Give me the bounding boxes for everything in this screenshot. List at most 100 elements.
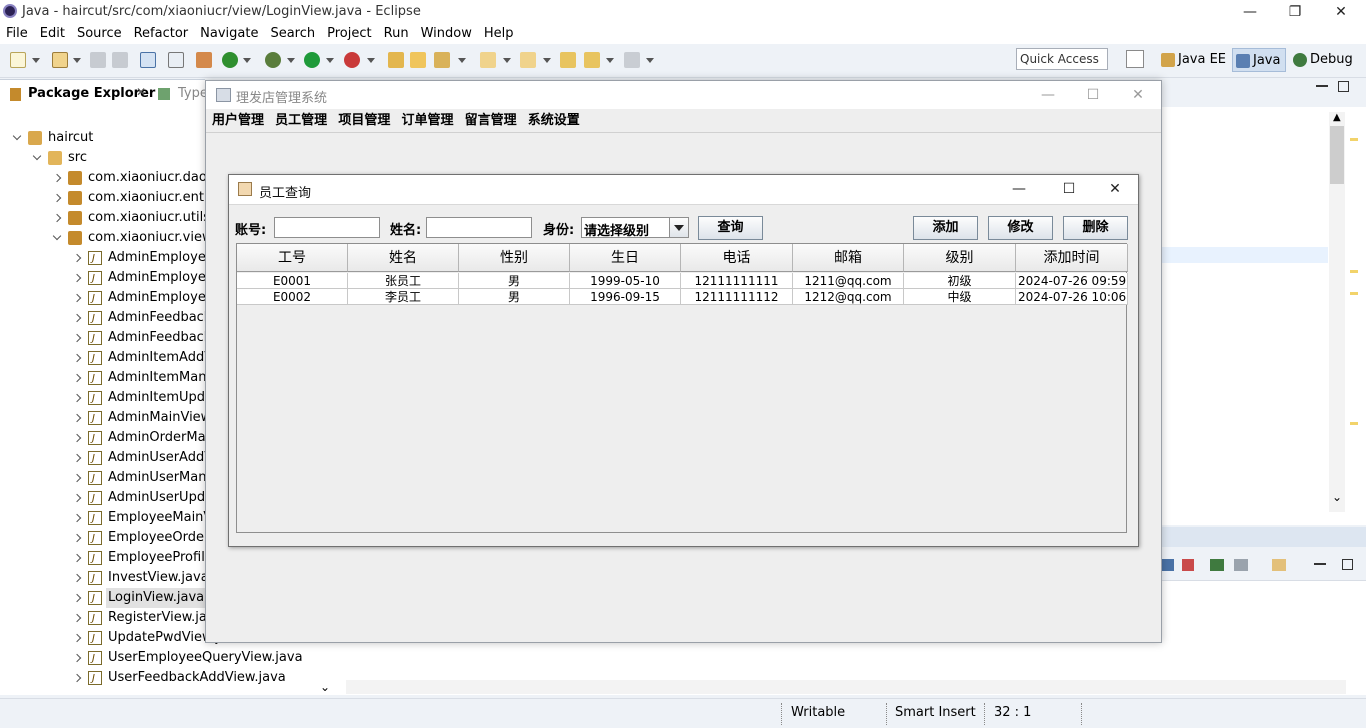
- menu-help[interactable]: Help: [478, 25, 520, 43]
- search-tool-icon[interactable]: [434, 52, 450, 68]
- column-header[interactable]: 姓名: [348, 244, 459, 272]
- column-header[interactable]: 添加时间: [1016, 244, 1128, 272]
- next-annotation-icon[interactable]: [480, 52, 496, 68]
- chevron-right-icon[interactable]: [72, 613, 82, 623]
- editor-vertical-scrollbar[interactable]: ▲ ⌄: [1329, 112, 1345, 512]
- debug-icon[interactable]: [265, 52, 281, 68]
- app-close-button[interactable]: ✕: [1124, 85, 1152, 105]
- chevron-right-icon[interactable]: [72, 333, 82, 343]
- add-button[interactable]: 添加: [913, 216, 978, 240]
- new-icon[interactable]: [10, 52, 26, 68]
- tree-item[interactable]: UserEmployeeQueryView.java: [0, 648, 330, 669]
- remove-launch-icon[interactable]: [1182, 559, 1194, 571]
- package-explorer-tab[interactable]: Package Explorer ✕ Type: [0, 79, 208, 107]
- refresh-icon[interactable]: [222, 52, 238, 68]
- menu-source[interactable]: Source: [71, 25, 128, 43]
- editor-maximize-icon[interactable]: [1338, 81, 1349, 92]
- chevron-right-icon[interactable]: [72, 353, 82, 363]
- chevron-right-icon[interactable]: [72, 513, 82, 523]
- chevron-right-icon[interactable]: [72, 593, 82, 603]
- menu-project[interactable]: Project: [321, 25, 377, 43]
- chevron-right-icon[interactable]: [52, 173, 62, 183]
- build-icon[interactable]: [196, 52, 212, 68]
- save-icon[interactable]: [90, 52, 106, 68]
- chevron-right-icon[interactable]: [72, 533, 82, 543]
- column-header[interactable]: 工号: [237, 244, 348, 272]
- display-console-icon[interactable]: [1234, 559, 1248, 571]
- menu-run[interactable]: Run: [378, 25, 415, 43]
- chevron-right-icon[interactable]: [72, 253, 82, 263]
- chevron-right-icon[interactable]: [72, 673, 82, 683]
- name-input[interactable]: [426, 217, 532, 238]
- chevron-down-icon[interactable]: [32, 151, 42, 161]
- scroll-down-icon[interactable]: ⌄: [1332, 490, 1342, 504]
- warning-marker-icon[interactable]: [1350, 422, 1358, 425]
- dropdown-arrow-icon[interactable]: [669, 218, 688, 237]
- next-annotation-dropdown-icon[interactable]: [503, 58, 511, 63]
- warning-marker-icon[interactable]: [1350, 138, 1358, 141]
- quick-access-field[interactable]: Quick Access: [1016, 48, 1108, 70]
- new-dropdown-icon[interactable]: [32, 58, 40, 63]
- menu-refactor[interactable]: Refactor: [128, 25, 195, 43]
- chevron-right-icon[interactable]: [72, 633, 82, 643]
- open-perspective-icon[interactable]: [1126, 50, 1144, 68]
- back-icon[interactable]: [584, 52, 600, 68]
- search-dropdown-icon[interactable]: [458, 58, 466, 63]
- menu-item-management[interactable]: 项目管理: [338, 109, 390, 133]
- editor-horizontal-scrollbar[interactable]: [1160, 527, 1366, 547]
- dialog-close-button[interactable]: ✕: [1101, 179, 1129, 199]
- dialog-minimize-button[interactable]: —: [1005, 179, 1033, 199]
- save-all-icon[interactable]: [112, 52, 128, 68]
- chevron-right-icon[interactable]: [72, 453, 82, 463]
- account-input[interactable]: [274, 217, 380, 238]
- external-tools-dropdown-icon[interactable]: [367, 58, 375, 63]
- chevron-down-icon[interactable]: [52, 231, 62, 241]
- warning-marker-icon[interactable]: [1350, 292, 1358, 295]
- editor-minimize-icon[interactable]: [1316, 85, 1328, 87]
- chevron-right-icon[interactable]: [72, 413, 82, 423]
- open-folder-icon[interactable]: [410, 52, 426, 68]
- perspective-java-ee[interactable]: Java EE: [1158, 48, 1226, 72]
- dialog-maximize-button[interactable]: ☐: [1055, 179, 1083, 199]
- menu-user-management[interactable]: 用户管理: [212, 109, 264, 133]
- last-edit-icon[interactable]: [560, 52, 576, 68]
- open-type-icon[interactable]: [388, 52, 404, 68]
- menu-order-management[interactable]: 订单管理: [401, 109, 453, 133]
- pin-console-icon[interactable]: [1210, 559, 1224, 571]
- console-minimize-icon[interactable]: [1314, 563, 1326, 565]
- chevron-right-icon[interactable]: [52, 213, 62, 223]
- forward-icon[interactable]: [624, 52, 640, 68]
- back-dropdown-icon[interactable]: [606, 58, 614, 63]
- column-header[interactable]: 邮箱: [793, 244, 904, 272]
- console-view-icon[interactable]: [1162, 559, 1174, 571]
- tree-scroll-down-icon[interactable]: ⌄: [320, 680, 330, 694]
- open-console-icon[interactable]: [1272, 559, 1286, 571]
- menu-employee-management[interactable]: 员工管理: [275, 109, 327, 133]
- close-button[interactable]: ✕: [1327, 2, 1355, 22]
- chevron-right-icon[interactable]: [72, 433, 82, 443]
- chevron-right-icon[interactable]: [52, 193, 62, 203]
- chevron-right-icon[interactable]: [72, 553, 82, 563]
- type-hierarchy-tab[interactable]: Type: [178, 86, 208, 101]
- new-package-icon[interactable]: [52, 52, 68, 68]
- run-icon[interactable]: [304, 52, 320, 68]
- chevron-right-icon[interactable]: [72, 293, 82, 303]
- app-maximize-button[interactable]: ☐: [1079, 85, 1107, 105]
- skip-breakpoints-icon[interactable]: [168, 52, 184, 68]
- prev-annotation-icon[interactable]: [520, 52, 536, 68]
- minimize-button[interactable]: —: [1236, 2, 1264, 22]
- refresh-dropdown-icon[interactable]: [243, 58, 251, 63]
- chevron-right-icon[interactable]: [72, 473, 82, 483]
- table-row[interactable]: E0001 张员工男 1999-05-10 12111111111 1211@qq.co…: [237, 273, 1128, 289]
- scroll-up-icon[interactable]: ▲: [1333, 112, 1341, 123]
- chevron-right-icon[interactable]: [72, 653, 82, 663]
- column-header[interactable]: 电话: [681, 244, 793, 272]
- debug-dropdown-icon[interactable]: [287, 58, 295, 63]
- new-package-dropdown-icon[interactable]: [73, 58, 81, 63]
- restore-button[interactable]: ❐: [1281, 2, 1309, 22]
- console-icon[interactable]: [140, 52, 156, 68]
- close-tab-icon[interactable]: ✕: [136, 85, 146, 99]
- menu-file[interactable]: File: [0, 25, 34, 43]
- chevron-down-icon[interactable]: [12, 131, 22, 141]
- query-button[interactable]: 查询: [698, 216, 763, 240]
